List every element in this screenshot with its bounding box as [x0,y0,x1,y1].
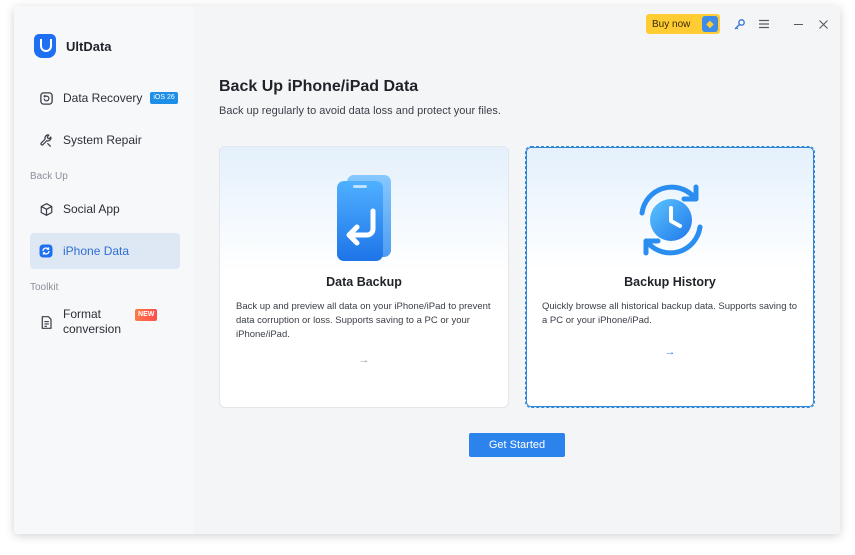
sidebar-item-format-conversion[interactable]: Format conversion NEW [30,302,180,342]
sidebar-item-iphone-data[interactable]: iPhone Data [30,233,180,269]
main-content: Buy now ◆ Back Up iPhone/iPad Data Back … [194,6,840,534]
ultdata-logo-icon [34,34,56,58]
sync-backup-icon [38,243,54,259]
document-icon [38,314,54,330]
app-logo: UltData [34,34,112,58]
wrench-icon [38,132,54,148]
label-line-1: Format [63,307,102,321]
sidebar-item-label: System Repair [63,133,142,147]
new-badge: NEW [135,309,158,321]
page-title: Back Up iPhone/iPad Data [219,78,419,95]
menu-icon[interactable] [755,15,773,33]
close-icon[interactable] [814,15,832,33]
clock-history-icon [630,179,712,261]
sidebar-item-label: Data Recovery [63,91,143,105]
sidebar-item-label: Format conversion [63,307,121,337]
page-subtitle: Back up regularly to avoid data loss and… [219,105,501,117]
sidebar-item-system-repair[interactable]: System Repair [30,122,180,158]
card-title: Backup History [624,275,716,289]
get-started-button[interactable]: Get Started [469,433,565,457]
restore-icon [38,90,54,106]
phone-backup-icon [333,171,397,263]
cube-icon [38,201,54,217]
backup-history-card[interactable]: Backup History Quickly browse all histor… [525,146,815,408]
sidebar-item-social-app[interactable]: Social App [30,191,180,227]
arrow-right-icon: → [358,354,370,366]
title-bar: Buy now ◆ [620,6,840,42]
minimize-icon[interactable] [789,15,807,33]
sidebar-item-label: iPhone Data [63,244,130,258]
sidebar-item-data-recovery[interactable]: Data Recovery iOS 26 [30,80,180,116]
section-label-backup: Back Up [30,171,68,182]
buy-now-label: Buy now [652,18,691,30]
key-icon[interactable] [730,15,748,33]
data-backup-card[interactable]: Data Backup Back up and preview all data… [219,146,509,408]
section-label-toolkit: Toolkit [30,282,59,293]
sidebar-item-label: Social App [63,202,120,216]
app-name: UltData [66,38,112,54]
card-title: Data Backup [326,275,402,289]
buy-now-button[interactable]: Buy now ◆ [646,14,720,34]
gift-icon: ◆ [702,16,718,32]
app-window: UltData Data Recovery iOS 26 System Repa… [14,6,840,534]
label-line-2: conversion [63,322,122,336]
card-description: Quickly browse all historical backup dat… [542,301,798,326]
arrow-right-icon: → [664,346,676,358]
card-description: Back up and preview all data on your iPh… [236,301,491,340]
ios-version-badge: iOS 26 [150,92,178,104]
sidebar: UltData Data Recovery iOS 26 System Repa… [14,6,194,534]
